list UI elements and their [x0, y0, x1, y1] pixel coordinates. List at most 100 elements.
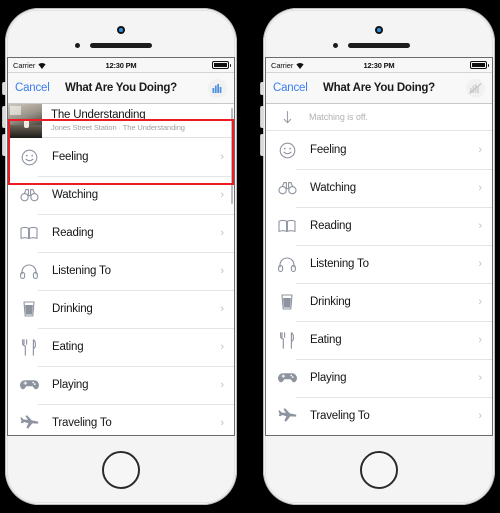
status-bar-right: [212, 61, 231, 69]
chevron-right-icon: ›: [220, 150, 224, 163]
list-item-eating[interactable]: Eating ›: [266, 321, 492, 359]
now-playing-text: The Understanding Jones Street Station ·…: [42, 109, 185, 132]
chevron-right-icon: ›: [478, 257, 482, 270]
song-title: The Understanding: [51, 108, 146, 121]
list-item-drinking[interactable]: Drinking ›: [266, 283, 492, 321]
status-bar: Carrier 12:30 PM: [8, 58, 234, 73]
phone-sensor-area: [263, 12, 495, 58]
list-item-feeling[interactable]: Feeling ›: [266, 131, 492, 169]
list-item-listening-to[interactable]: Listening To ›: [8, 252, 234, 290]
proximity-sensor-icon: [333, 43, 338, 48]
chevron-right-icon: ›: [220, 226, 224, 239]
list-item-label: Reading: [52, 227, 94, 239]
status-bar: Carrier 12:30 PM: [266, 58, 492, 73]
chevron-right-icon: ›: [478, 181, 482, 194]
list-item-eating[interactable]: Eating ›: [8, 328, 234, 366]
battery-full-icon: [470, 61, 489, 69]
list-item-label: Traveling To: [310, 410, 370, 422]
list-item-reading[interactable]: Reading ›: [266, 207, 492, 245]
silent-switch[interactable]: [261, 82, 264, 95]
list-item-label: Listening To: [52, 265, 111, 277]
phone-sensor-area: [5, 12, 237, 58]
smiley-face-icon: [17, 149, 41, 166]
open-book-icon: [17, 226, 41, 240]
activity-list-right[interactable]: Matching is off. Feeling › Watching › Re…: [266, 104, 492, 435]
cancel-button[interactable]: Cancel: [273, 82, 308, 94]
chevron-right-icon: ›: [220, 340, 224, 353]
chevron-right-icon: ›: [478, 371, 482, 384]
home-button[interactable]: [360, 451, 398, 489]
drink-glass-icon: [275, 294, 299, 310]
screen-left: Carrier 12:30 PM Cancel What Are You Doi…: [8, 58, 234, 435]
proximity-sensor-icon: [75, 43, 80, 48]
battery-full-icon: [212, 61, 231, 69]
home-button[interactable]: [102, 451, 140, 489]
arrow-down-icon: [275, 110, 299, 124]
clock-label: 12:30 PM: [363, 60, 395, 70]
phone-left: Carrier 12:30 PM Cancel What Are You Doi…: [3, 8, 237, 505]
airplane-icon: [275, 408, 299, 424]
volume-up-button[interactable]: [261, 106, 264, 128]
home-button-area: [263, 435, 495, 505]
navigation-bar: Cancel What Are You Doing?: [8, 73, 234, 104]
binoculars-icon: [17, 188, 41, 202]
chevron-right-icon: ›: [220, 188, 224, 201]
chevron-right-icon: ›: [478, 333, 482, 346]
gamepad-icon: [275, 372, 299, 384]
list-item-drinking[interactable]: Drinking ›: [8, 290, 234, 328]
list-item-label: Drinking: [52, 303, 93, 315]
song-subtitle: Jones Street Station · The Understanding: [51, 123, 185, 133]
binoculars-icon: [275, 181, 299, 195]
chevron-right-icon: ›: [220, 264, 224, 277]
status-bar-right: [470, 61, 489, 69]
matching-status-text: Matching is off.: [309, 112, 368, 122]
list-item-watching[interactable]: Watching ›: [266, 169, 492, 207]
chevron-right-icon: ›: [220, 416, 224, 429]
chevron-right-icon: ›: [220, 378, 224, 391]
list-item-watching[interactable]: Watching ›: [8, 176, 234, 214]
open-book-icon: [275, 219, 299, 233]
front-camera-icon: [117, 26, 125, 34]
list-item-traveling-to[interactable]: Traveling To ›: [266, 397, 492, 435]
list-item-playing[interactable]: Playing ›: [8, 366, 234, 404]
list-item-label: Reading: [310, 220, 352, 232]
now-playing-row[interactable]: The Understanding Jones Street Station ·…: [8, 104, 234, 138]
list-item-label: Playing: [52, 379, 89, 391]
audio-bars-muted-icon[interactable]: [466, 78, 485, 98]
activity-list-left[interactable]: The Understanding Jones Street Station ·…: [8, 104, 234, 435]
silent-switch[interactable]: [3, 82, 6, 95]
headphones-icon: [275, 256, 299, 272]
chevron-right-icon: ›: [478, 295, 482, 308]
phone-right: Carrier 12:30 PM Cancel What Are You Doi…: [261, 8, 495, 505]
list-item-label: Drinking: [310, 296, 351, 308]
front-camera-icon: [375, 26, 383, 34]
chevron-right-icon: ›: [478, 409, 482, 422]
earpiece-speaker: [348, 43, 410, 48]
volume-up-button[interactable]: [3, 106, 6, 128]
list-item-label: Feeling: [310, 144, 347, 156]
list-item-label: Feeling: [52, 151, 89, 163]
fork-knife-icon: [275, 331, 299, 349]
matching-status-row: Matching is off.: [266, 104, 492, 131]
volume-down-button[interactable]: [261, 134, 264, 156]
airplane-icon: [17, 415, 41, 431]
audio-bars-icon[interactable]: [208, 78, 227, 98]
screen-right: Carrier 12:30 PM Cancel What Are You Doi…: [266, 58, 492, 435]
list-item-listening-to[interactable]: Listening To ›: [266, 245, 492, 283]
earpiece-speaker: [90, 43, 152, 48]
chevron-right-icon: ›: [478, 143, 482, 156]
list-item-label: Watching: [52, 189, 98, 201]
phone-comparison-stage: Carrier 12:30 PM Cancel What Are You Doi…: [0, 0, 500, 513]
smiley-face-icon: [275, 142, 299, 159]
list-item-label: Watching: [310, 182, 356, 194]
gamepad-icon: [17, 379, 41, 391]
list-item-label: Listening To: [310, 258, 369, 270]
list-item-playing[interactable]: Playing ›: [266, 359, 492, 397]
list-item-reading[interactable]: Reading ›: [8, 214, 234, 252]
scroll-indicator[interactable]: [230, 108, 233, 204]
list-item-traveling-to[interactable]: Traveling To ›: [8, 404, 234, 435]
volume-down-button[interactable]: [3, 134, 6, 156]
list-item-feeling[interactable]: Feeling ›: [8, 138, 234, 176]
cancel-button[interactable]: Cancel: [15, 82, 50, 94]
list-item-label: Traveling To: [52, 417, 112, 429]
